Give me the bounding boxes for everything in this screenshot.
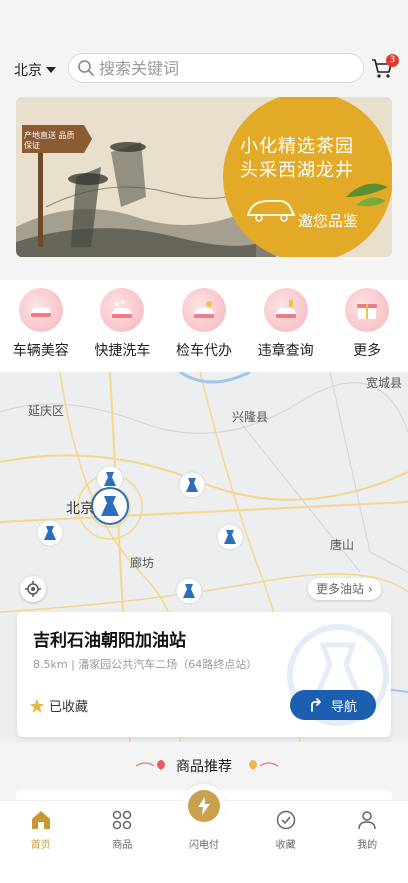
station-distance: 8.5km [33,658,68,671]
violation-query-icon [263,288,308,332]
tab-products[interactable]: 商品 [82,801,164,883]
banner-line2: 头采西湖龙井 [240,160,354,181]
service-more[interactable]: 更多 [326,280,408,372]
car-wash-beauty-icon [18,288,63,332]
quick-wash-icon [100,288,145,332]
service-inspection[interactable]: 检车代办 [163,280,245,372]
lightning-icon [188,790,220,822]
map-label-langfang: 廊坊 [130,556,155,570]
map-label-kuancheng: 宽城县 [366,376,403,390]
station-meta: 8.5km | 潘家园公共汽车二场（64路终点站） [33,656,257,672]
service-label: 违章查询 [257,343,314,359]
recommend-title: 商品推荐 [176,759,232,775]
more-icon [345,288,390,332]
flash-pay-button[interactable] [182,784,226,828]
navigate-label: 导航 [330,699,357,715]
tab-home[interactable]: 首页 [0,801,82,883]
locate-button[interactable] [20,576,46,602]
banner-line1: 小化精选茶园 [240,136,354,157]
station-marker[interactable] [174,576,204,610]
favorite-icon [276,810,295,830]
tab-label: 我的 [357,840,378,851]
caret-down-icon [46,67,56,73]
service-grid: 车辆美容 快捷洗车 检车代办 违章查询 更多 [0,280,408,372]
tab-label: 闪电付 [188,840,219,851]
search-icon [78,60,94,76]
station-card[interactable]: 吉利石油朝阳加油站 8.5km | 潘家园公共汽车二场（64路终点站） 已收藏 … [17,612,391,737]
station-marker[interactable] [35,518,65,552]
banner-sign-text: 产地直送 品质保证 [24,131,75,150]
navigation-arrow-icon [311,698,321,712]
tab-label: 收藏 [275,840,296,851]
station-marker[interactable] [215,522,245,556]
header: 北京 3 [0,0,408,96]
city-label: 北京 [14,63,42,79]
favorite-label: 已收藏 [49,700,89,715]
chevron-right-icon: › [367,582,373,596]
more-stations-label: 更多油站 [316,582,365,596]
service-car-beauty[interactable]: 车辆美容 [0,280,82,372]
station-marker-selected[interactable] [90,486,130,530]
service-label: 更多 [353,343,382,359]
service-label: 车辆美容 [12,343,69,359]
favorite-toggle[interactable]: 已收藏 [29,696,88,715]
city-selector[interactable]: 北京 [14,60,56,80]
promo-banner[interactable]: 产地直送 品质保证 小化精选茶园 头采西湖龙井 邀您品鉴 [16,97,392,257]
station-marker[interactable] [177,470,207,504]
banner-sub: 邀您品鉴 [298,212,359,230]
search-input[interactable] [99,58,339,78]
inspection-icon [181,288,226,332]
station-address: 潘家园公共汽车二场（64路终点站） [78,658,258,671]
cart-button[interactable]: 3 [370,54,399,82]
service-violation[interactable]: 违章查询 [245,280,327,372]
search-bar[interactable] [68,53,364,83]
service-label: 检车代办 [175,343,232,359]
tab-profile[interactable]: 我的 [326,801,408,883]
star-icon [30,698,44,713]
more-stations-button[interactable]: 更多油站 › [308,578,381,600]
banner-headline: 小化精选茶园 头采西湖龙井 [240,135,354,183]
tab-favorites[interactable]: 收藏 [245,801,327,883]
service-label: 快捷洗车 [94,343,151,359]
tab-label: 商品 [112,840,133,851]
grid-icon [113,810,132,830]
cart-badge: 3 [386,54,399,67]
map-label-yanqing: 延庆区 [28,404,65,418]
station-name: 吉利石油朝阳加油站 [33,631,186,651]
home-icon [31,811,50,829]
navigate-button[interactable]: 导航 [290,690,376,720]
right-heart-decoration-icon [249,760,279,770]
service-quick-wash[interactable]: 快捷洗车 [82,280,164,372]
map-label-xinglong: 兴隆县 [232,410,269,424]
map-label-tangshan: 唐山 [330,538,355,552]
tab-label: 首页 [30,840,51,851]
profile-icon [358,811,376,830]
locate-icon [25,581,41,597]
